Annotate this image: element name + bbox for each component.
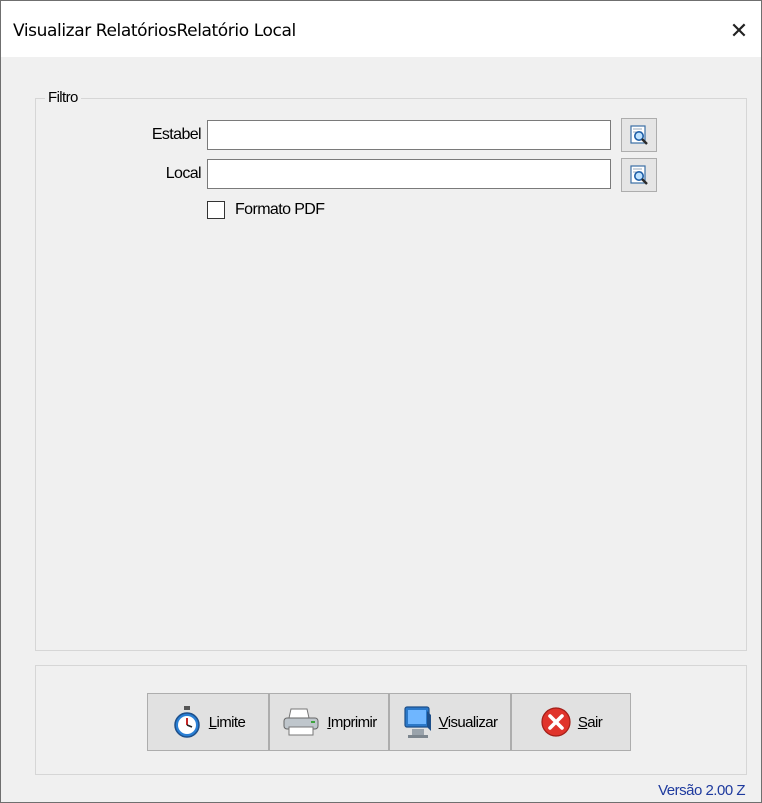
- visualizar-button-label: Visualizar: [438, 713, 498, 731]
- monitor-icon: [404, 706, 431, 738]
- sair-button-label: Sair: [577, 713, 603, 731]
- limite-button-label: Limite: [208, 713, 246, 731]
- local-lookup-button[interactable]: [621, 158, 657, 192]
- stopwatch-icon: [174, 706, 200, 738]
- lookup-icon: [630, 165, 648, 185]
- estabel-lookup-button[interactable]: [621, 118, 657, 152]
- exit-icon: [541, 707, 571, 737]
- visualizar-button[interactable]: Visualizar: [389, 693, 511, 751]
- imprimir-button-label: Imprimir: [327, 713, 377, 731]
- pdf-format-checkbox[interactable]: [207, 201, 225, 219]
- pdf-format-label[interactable]: Formato PDF: [235, 201, 325, 219]
- close-button[interactable]: ✕: [717, 13, 761, 49]
- local-label: Local: [165, 165, 202, 182]
- estabel-label: Estabel: [151, 126, 202, 143]
- imprimir-button[interactable]: Imprimir: [269, 693, 389, 751]
- window-title: Visualizar RelatóriosRelatório Local: [13, 21, 296, 41]
- sair-button[interactable]: Sair: [511, 693, 631, 751]
- version-label: Versão 2.00 Z: [658, 782, 745, 799]
- local-input[interactable]: [207, 159, 611, 189]
- report-window: Visualizar RelatóriosRelatório Local ✕ F…: [0, 0, 762, 803]
- filter-group-legend: Filtro: [45, 89, 81, 106]
- limite-button[interactable]: Limite: [147, 693, 269, 751]
- title-bar: Visualizar RelatóriosRelatório Local ✕: [1, 1, 761, 57]
- lookup-icon: [630, 125, 648, 145]
- printer-icon: [283, 708, 319, 736]
- close-icon: ✕: [729, 18, 749, 44]
- estabel-input[interactable]: [207, 120, 611, 150]
